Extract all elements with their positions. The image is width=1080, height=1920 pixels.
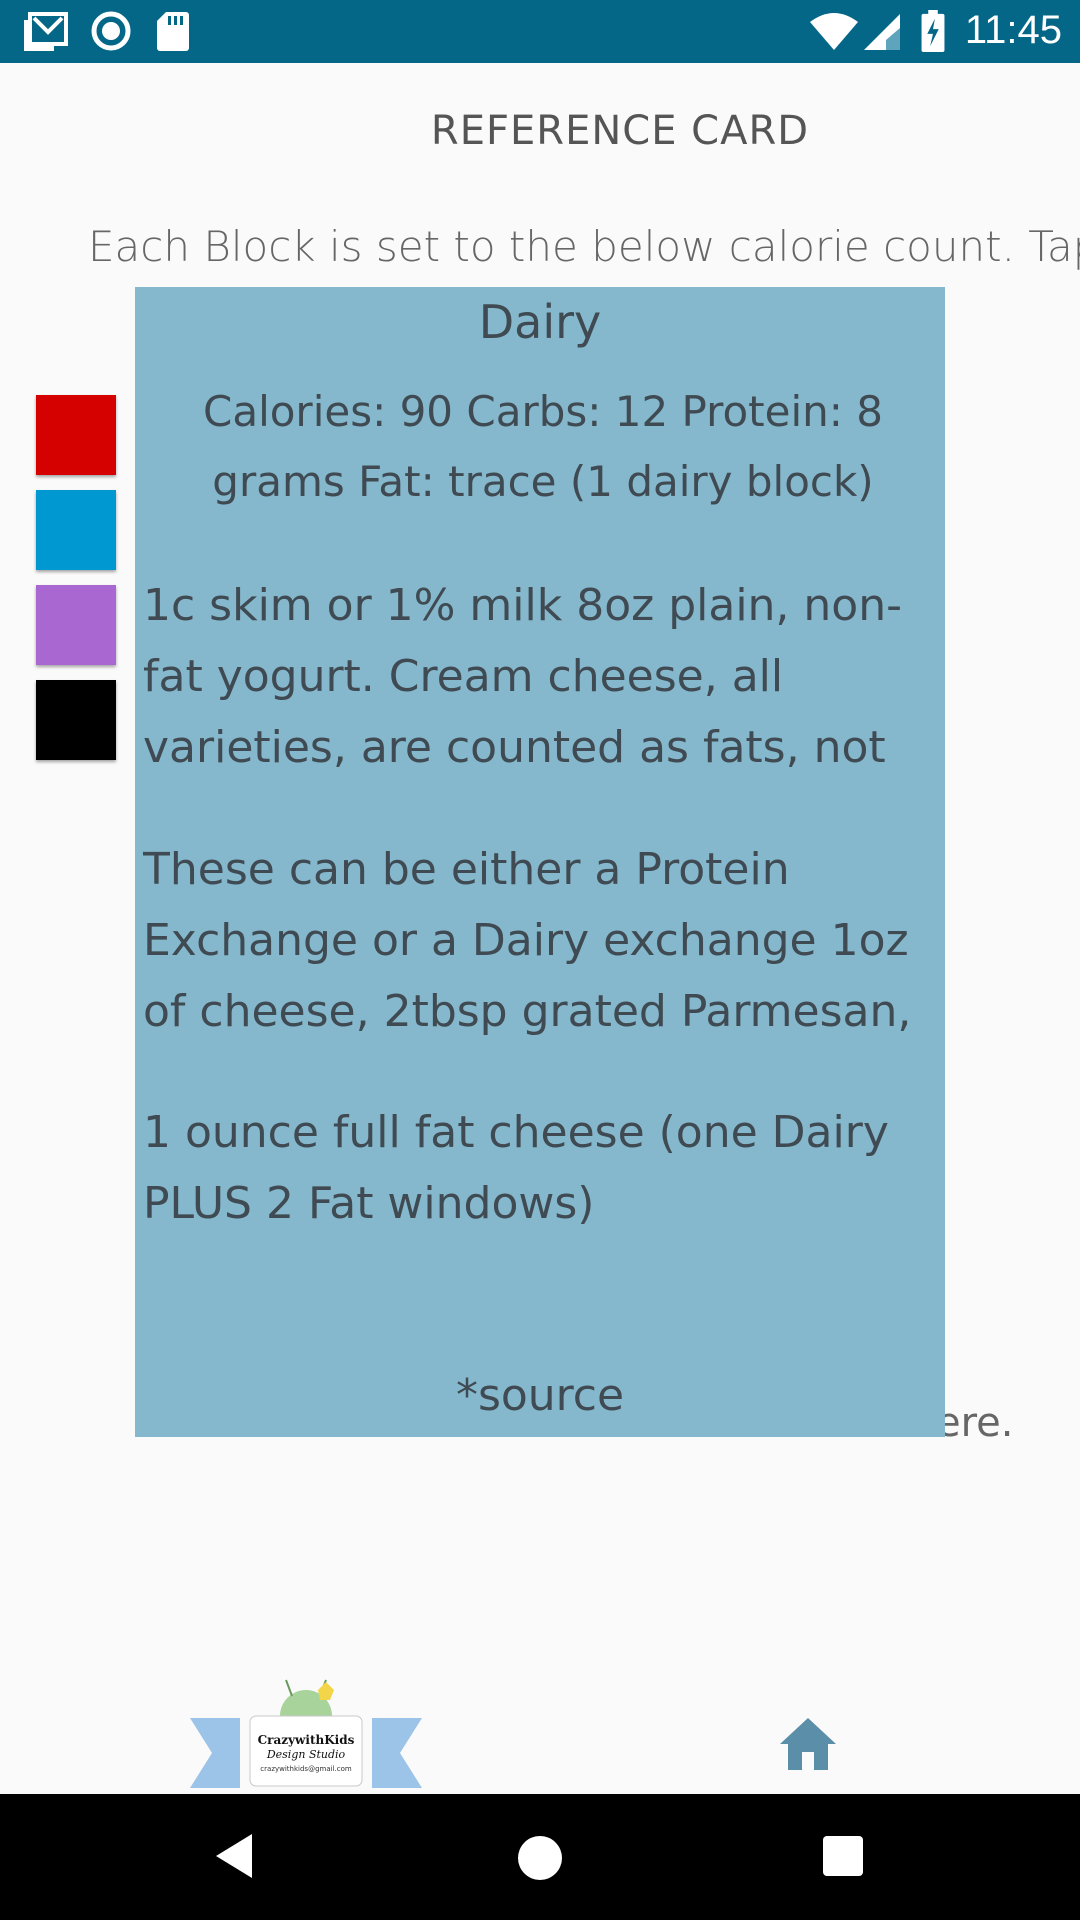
logo-text-3: crazywithkids@gmail.com (260, 1765, 352, 1773)
page-title: REFERENCE CARD (430, 108, 810, 154)
card-summary: Calories: 90 Carbs: 12 Protein: 8 grams … (203, 387, 883, 506)
card-paragraph: These can be either a Protein Exchange o… (143, 844, 912, 1037)
intro-text: Each Block is set to the below calorie c… (88, 222, 1080, 271)
card-paragraph: 1c skim or 1% milk 8oz plain, non-fat yo… (143, 580, 902, 773)
svg-text:x: x (838, 40, 846, 52)
home-icon[interactable] (778, 1716, 838, 1772)
back-icon[interactable] (214, 1832, 254, 1880)
battery-charging-icon (921, 10, 945, 52)
swatch-black[interactable] (36, 680, 116, 760)
logo-text-1: CrazywithKids (258, 1733, 355, 1747)
source-link[interactable]: *source (135, 1370, 945, 1421)
card-title: Dairy (478, 295, 602, 349)
dairy-card[interactable]: Dairy Calories: 90 Carbs: 12 Protein: 8 … (135, 287, 945, 1437)
trailing-text: ere. (936, 1400, 1014, 1446)
radio-icon (91, 11, 131, 51)
gmail-icon (24, 12, 68, 51)
swatch-purple[interactable] (36, 585, 116, 665)
wifi-icon: x (810, 13, 858, 52)
logo-text-2: Design Studio (266, 1748, 346, 1761)
status-bar: x 11:45 (0, 0, 1080, 63)
swatch-red[interactable] (36, 395, 116, 475)
home-circle-icon[interactable] (518, 1836, 562, 1880)
sd-card-icon (157, 12, 189, 51)
clock: 11:45 (964, 8, 1062, 52)
crazywithkids-logo[interactable]: CrazywithKids Design Studio crazywithkid… (190, 1678, 422, 1790)
card-paragraph: 1 ounce full fat cheese (one Dairy PLUS … (143, 1107, 889, 1229)
recents-icon[interactable] (823, 1836, 863, 1876)
system-nav-bar (0, 1794, 1080, 1920)
signal-icon (864, 14, 900, 50)
swatch-blue[interactable] (36, 490, 116, 570)
